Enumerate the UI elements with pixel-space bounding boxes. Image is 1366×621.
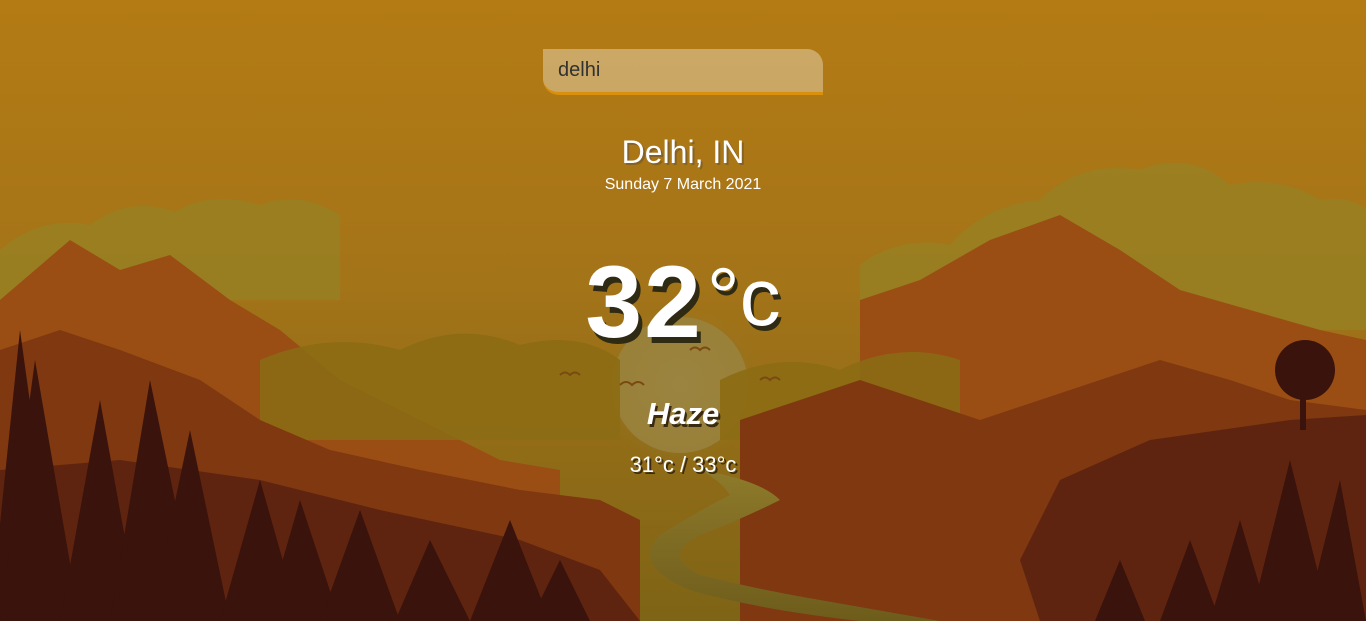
temperature-display: 32°c xyxy=(0,244,1366,360)
temperature-value: 32 xyxy=(585,245,703,359)
temperature-unit: °c xyxy=(706,252,781,343)
weather-condition: Haze xyxy=(646,396,720,431)
search-box xyxy=(543,49,823,95)
temperature-range: 31°c / 33°c xyxy=(629,452,737,477)
search-input[interactable] xyxy=(543,49,823,95)
location-name: Delhi, IN xyxy=(621,134,745,170)
current-date: Sunday 7 March 2021 xyxy=(604,176,762,193)
